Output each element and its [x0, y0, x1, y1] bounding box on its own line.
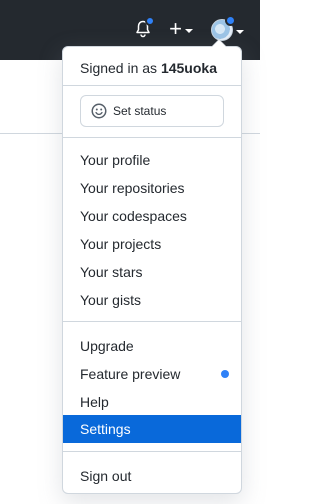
menu-divider [63, 451, 241, 452]
menu-item-your-projects[interactable]: Your projects [63, 230, 241, 258]
page-divider [242, 133, 260, 134]
set-status-label: Set status [113, 104, 167, 118]
menu-item-help[interactable]: Help [63, 388, 241, 416]
notifications-button[interactable] [131, 16, 155, 42]
user-dropdown-menu: Signed in as 145uoka Set status Your pro… [62, 39, 242, 494]
new-feature-indicator [221, 370, 229, 378]
page-divider [0, 133, 62, 134]
menu-item-upgrade[interactable]: Upgrade [63, 332, 241, 360]
set-status-button[interactable]: Set status [80, 95, 224, 127]
menu-item-your-stars[interactable]: Your stars [63, 258, 241, 286]
plus-icon: + [169, 16, 182, 41]
signed-in-label: Signed in as [80, 60, 158, 76]
dropdown-caret [211, 39, 227, 47]
menu-divider [63, 321, 241, 322]
menu-divider [63, 85, 241, 86]
signed-in-header: Signed in as 145uoka [80, 60, 217, 76]
menu-item-your-repositories[interactable]: Your repositories [63, 174, 241, 202]
menu-divider [63, 137, 241, 138]
chevron-down-icon [235, 29, 244, 34]
menu-item-your-profile[interactable]: Your profile [63, 146, 241, 174]
chevron-down-icon [184, 28, 193, 33]
menu-item-sign-out[interactable]: Sign out [63, 462, 241, 490]
menu-item-your-gists[interactable]: Your gists [63, 286, 241, 314]
create-new-button[interactable]: + [166, 18, 196, 40]
notification-indicator [145, 16, 155, 26]
feature-preview-label: Feature preview [80, 366, 181, 382]
smiley-icon [91, 103, 107, 119]
menu-item-your-codespaces[interactable]: Your codespaces [63, 202, 241, 230]
menu-item-feature-preview[interactable]: Feature preview [63, 360, 241, 388]
avatar-status-dot [225, 15, 236, 26]
username: 145uoka [160, 60, 217, 76]
menu-item-settings[interactable]: Settings [63, 415, 241, 443]
